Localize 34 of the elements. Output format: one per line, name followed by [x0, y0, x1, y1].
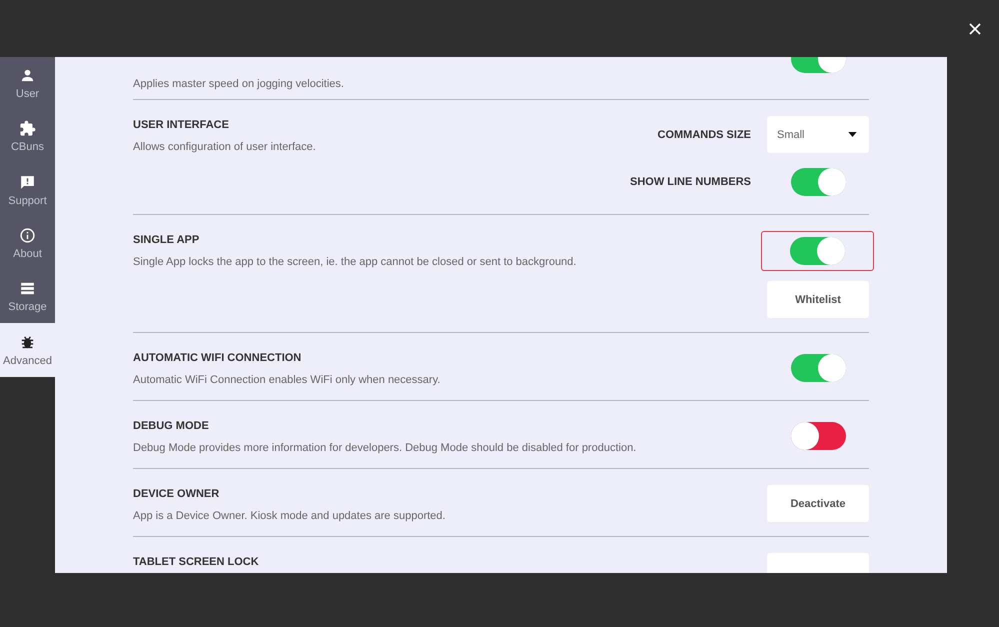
chat-icon — [19, 174, 36, 191]
section-description: Applies master speed on jogging velocities. — [133, 78, 344, 90]
close-icon[interactable] — [969, 22, 981, 34]
section-title: USER INTERFACE — [133, 119, 230, 131]
sidebar-item[interactable]: Advanced — [0, 323, 55, 377]
caret-icon — [848, 132, 857, 137]
toggle-switch[interactable] — [790, 237, 845, 265]
action-button[interactable]: Deactivate — [767, 485, 869, 522]
section-description: Automatic WiFi Connection enables WiFi only when necessary. — [133, 374, 440, 386]
toggle-switch[interactable] — [790, 168, 846, 196]
setting-label: SHOW LINE NUMBERS — [630, 176, 751, 188]
section-title: TABLET SCREEN LOCK — [133, 556, 259, 568]
bug-icon — [19, 334, 36, 351]
toggle-switch[interactable] — [790, 354, 846, 382]
toggle-switch[interactable] — [790, 422, 846, 450]
sidebar-item[interactable]: Support — [0, 164, 55, 217]
dropdown-value: Small — [777, 128, 805, 140]
setting-label: COMMANDS SIZE — [658, 128, 751, 140]
dropdown[interactable]: Small — [767, 116, 869, 153]
section-title: SINGLE APP — [133, 234, 200, 246]
puzzle-icon — [19, 120, 36, 138]
sidebar-item[interactable]: Storage — [0, 270, 55, 324]
section-description: App is a Device Owner. Kiosk mode and updates are supported. — [133, 510, 446, 522]
section-description: Allows configuration of user interface. — [133, 141, 316, 153]
sidebar-item[interactable]: About — [0, 216, 55, 270]
section-title: DEVICE OWNER — [133, 488, 220, 500]
section-description: Debug Mode provides more information for developers. Debug Mode should be disabled for production. — [133, 442, 636, 454]
action-button[interactable]: Whitelist — [767, 281, 869, 318]
section-title: AUTOMATIC WIFI CONNECTION — [133, 352, 302, 364]
info-icon — [19, 227, 36, 244]
section-title: DEBUG MODE — [133, 420, 210, 432]
sidebar-item[interactable]: CBuns — [0, 110, 55, 164]
sidebar-item[interactable]: User — [0, 57, 55, 110]
section-description: Single App locks the app to the screen, ie. the app cannot be closed or sent to background. — [133, 256, 576, 268]
